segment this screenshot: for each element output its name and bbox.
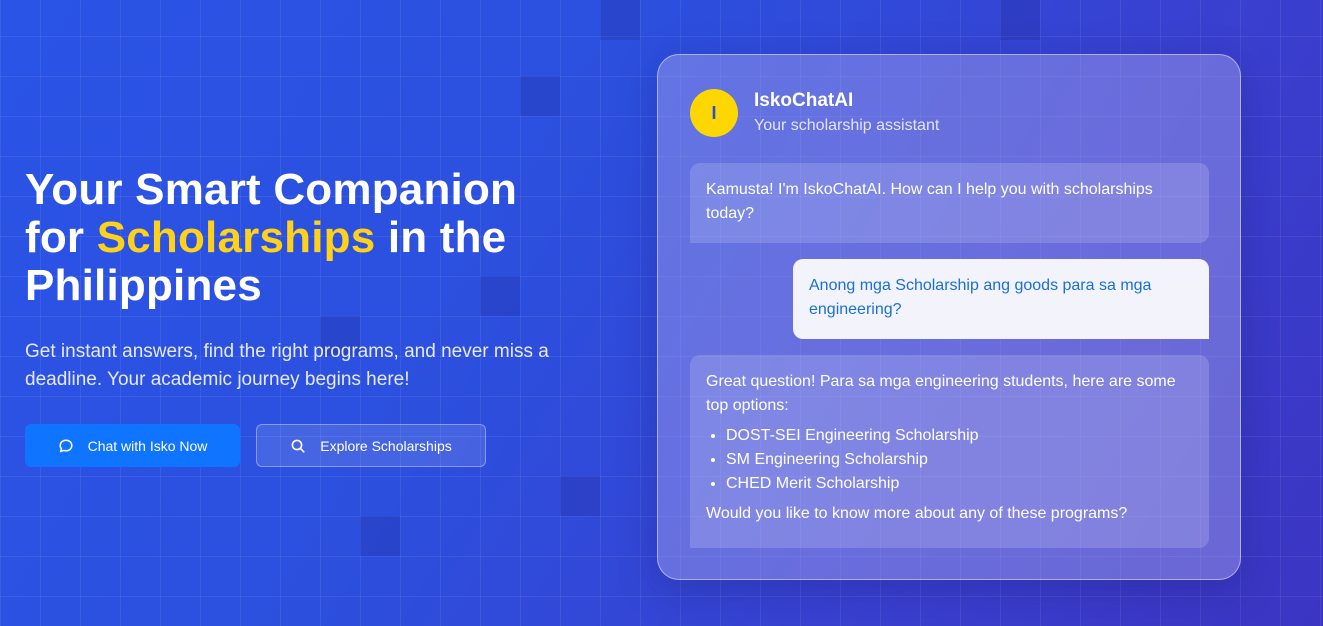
bot-message: Great question! Para sa mga engineering … [690,355,1209,548]
chat-bubble-icon [58,438,74,454]
bot-message: Kamusta! I'm IskoChatAI. How can I help … [690,163,1209,243]
list-item: CHED Merit Scholarship [726,472,1193,496]
background-tile [520,76,560,116]
hero-title-line3: Philippines [25,261,262,310]
hero-title-rest: in the [375,213,507,262]
background-tile [560,476,600,516]
bot-name: IskoChatAI [754,90,854,111]
bot-message-intro: Great question! Para sa mga engineering … [706,373,1176,414]
background-tile [600,0,640,40]
hero-buttons: Chat with Isko Now Explore Scholarships [25,424,625,467]
chat-with-isko-button[interactable]: Chat with Isko Now [25,424,240,467]
hero-title-line1: Your Smart Companion [25,165,518,214]
chat-with-isko-label: Chat with Isko Now [87,437,208,454]
bot-message-text: Kamusta! I'm IskoChatAI. How can I help … [706,181,1153,222]
background-tile [360,516,400,556]
background-tile [1000,0,1040,40]
bot-message-outro: Would you like to know more about any of… [706,505,1128,522]
hero-title-for: for [25,213,97,262]
hero-title-highlight: Scholarships [96,213,376,262]
user-message: Anong mga Scholarship ang goods para sa … [793,259,1209,339]
chat-header-text: IskoChatAI Your scholarship assistant [754,89,939,137]
explore-scholarships-button[interactable]: Explore Scholarships [256,424,486,467]
scholarship-list: DOST-SEI Engineering Scholarship SM Engi… [706,424,1193,496]
hero-section: Your Smart Companion for Scholarships in… [25,166,625,467]
search-icon [290,438,306,454]
explore-scholarships-label: Explore Scholarships [320,437,452,454]
bot-avatar: I [690,89,738,137]
hero-title: Your Smart Companion for Scholarships in… [25,166,625,310]
chat-preview-card: I IskoChatAI Your scholarship assistant … [657,54,1241,580]
hero-subtitle: Get instant answers, find the right prog… [25,341,549,390]
user-message-text: Anong mga Scholarship ang goods para sa … [809,277,1152,318]
bot-subtitle: Your scholarship assistant [754,117,940,134]
list-item: DOST-SEI Engineering Scholarship [726,424,1193,448]
chat-header: I IskoChatAI Your scholarship assistant [690,89,939,137]
list-item: SM Engineering Scholarship [726,448,1193,472]
